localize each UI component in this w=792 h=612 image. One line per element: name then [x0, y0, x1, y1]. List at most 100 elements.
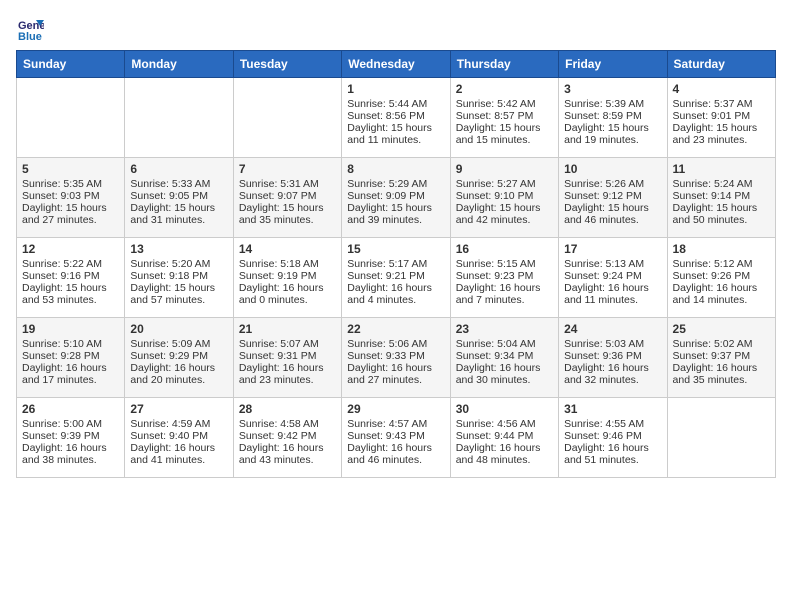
day-number: 26 — [22, 402, 119, 416]
calendar-cell: 2Sunrise: 5:42 AMSunset: 8:57 PMDaylight… — [450, 78, 558, 158]
cell-content-line: Sunrise: 5:26 AM — [564, 178, 661, 190]
cell-content-line: and 35 minutes. — [673, 374, 770, 386]
cell-content-line: Sunset: 9:43 PM — [347, 430, 444, 442]
cell-content-line: Sunset: 8:57 PM — [456, 110, 553, 122]
day-number: 21 — [239, 322, 336, 336]
day-number: 17 — [564, 242, 661, 256]
cell-content-line: Sunrise: 5:17 AM — [347, 258, 444, 270]
header-cell-sunday: Sunday — [17, 51, 125, 78]
cell-content-line: Daylight: 16 hours — [130, 442, 227, 454]
cell-content-line: Sunrise: 4:58 AM — [239, 418, 336, 430]
cell-content-line: Daylight: 15 hours — [673, 122, 770, 134]
day-number: 15 — [347, 242, 444, 256]
calendar-cell: 21Sunrise: 5:07 AMSunset: 9:31 PMDayligh… — [233, 318, 341, 398]
cell-content-line: Daylight: 16 hours — [456, 362, 553, 374]
calendar-cell: 5Sunrise: 5:35 AMSunset: 9:03 PMDaylight… — [17, 158, 125, 238]
header-cell-thursday: Thursday — [450, 51, 558, 78]
cell-content-line: Sunrise: 5:20 AM — [130, 258, 227, 270]
cell-content-line: Sunset: 9:21 PM — [347, 270, 444, 282]
cell-content-line: Sunrise: 5:03 AM — [564, 338, 661, 350]
cell-content-line: Sunset: 9:46 PM — [564, 430, 661, 442]
cell-content-line: and 48 minutes. — [456, 454, 553, 466]
cell-content-line: and 20 minutes. — [130, 374, 227, 386]
day-number: 7 — [239, 162, 336, 176]
cell-content-line: and 53 minutes. — [22, 294, 119, 306]
cell-content-line: Sunset: 9:37 PM — [673, 350, 770, 362]
cell-content-line: and 30 minutes. — [456, 374, 553, 386]
cell-content-line: and 50 minutes. — [673, 214, 770, 226]
cell-content-line: Sunrise: 5:10 AM — [22, 338, 119, 350]
cell-content-line: Sunrise: 5:13 AM — [564, 258, 661, 270]
cell-content-line: Sunrise: 5:24 AM — [673, 178, 770, 190]
cell-content-line: and 39 minutes. — [347, 214, 444, 226]
day-number: 13 — [130, 242, 227, 256]
cell-content-line: Sunrise: 5:09 AM — [130, 338, 227, 350]
cell-content-line: Sunset: 9:23 PM — [456, 270, 553, 282]
cell-content-line: and 19 minutes. — [564, 134, 661, 146]
header-row: SundayMondayTuesdayWednesdayThursdayFrid… — [17, 51, 776, 78]
calendar-cell — [667, 398, 775, 478]
cell-content-line: Daylight: 16 hours — [564, 442, 661, 454]
day-number: 23 — [456, 322, 553, 336]
cell-content-line: Daylight: 16 hours — [564, 282, 661, 294]
cell-content-line: Sunrise: 4:55 AM — [564, 418, 661, 430]
cell-content-line: Sunset: 9:19 PM — [239, 270, 336, 282]
cell-content-line: Daylight: 16 hours — [456, 442, 553, 454]
week-row-3: 19Sunrise: 5:10 AMSunset: 9:28 PMDayligh… — [17, 318, 776, 398]
cell-content-line: Daylight: 16 hours — [239, 442, 336, 454]
day-number: 30 — [456, 402, 553, 416]
cell-content-line: Sunrise: 5:06 AM — [347, 338, 444, 350]
cell-content-line: Daylight: 15 hours — [22, 282, 119, 294]
cell-content-line: and 14 minutes. — [673, 294, 770, 306]
cell-content-line: Sunrise: 5:00 AM — [22, 418, 119, 430]
cell-content-line: Sunset: 9:44 PM — [456, 430, 553, 442]
day-number: 25 — [673, 322, 770, 336]
cell-content-line: and 32 minutes. — [564, 374, 661, 386]
cell-content-line: Sunset: 9:10 PM — [456, 190, 553, 202]
cell-content-line: Sunrise: 4:57 AM — [347, 418, 444, 430]
cell-content-line: Sunrise: 5:37 AM — [673, 98, 770, 110]
cell-content-line: Daylight: 15 hours — [564, 122, 661, 134]
cell-content-line: Sunset: 9:03 PM — [22, 190, 119, 202]
calendar-cell: 13Sunrise: 5:20 AMSunset: 9:18 PMDayligh… — [125, 238, 233, 318]
calendar-cell: 6Sunrise: 5:33 AMSunset: 9:05 PMDaylight… — [125, 158, 233, 238]
day-number: 28 — [239, 402, 336, 416]
header-cell-monday: Monday — [125, 51, 233, 78]
cell-content-line: and 27 minutes. — [22, 214, 119, 226]
cell-content-line: and 11 minutes. — [564, 294, 661, 306]
cell-content-line: Daylight: 16 hours — [564, 362, 661, 374]
calendar-cell: 4Sunrise: 5:37 AMSunset: 9:01 PMDaylight… — [667, 78, 775, 158]
cell-content-line: Daylight: 16 hours — [673, 362, 770, 374]
cell-content-line: and 57 minutes. — [130, 294, 227, 306]
cell-content-line: Sunrise: 5:04 AM — [456, 338, 553, 350]
calendar-cell: 26Sunrise: 5:00 AMSunset: 9:39 PMDayligh… — [17, 398, 125, 478]
cell-content-line: Daylight: 15 hours — [673, 202, 770, 214]
cell-content-line: Sunrise: 5:18 AM — [239, 258, 336, 270]
header-cell-tuesday: Tuesday — [233, 51, 341, 78]
cell-content-line: and 35 minutes. — [239, 214, 336, 226]
calendar-cell: 15 Sunrise: 5:17 AMSunset: 9:21 PMDayligh… — [342, 238, 450, 318]
cell-content-line: Daylight: 16 hours — [347, 282, 444, 294]
cell-content-line: Daylight: 16 hours — [239, 362, 336, 374]
cell-content-line: Sunrise: 5:29 AM — [347, 178, 444, 190]
day-number: 27 — [130, 402, 227, 416]
day-number: 11 — [673, 162, 770, 176]
calendar-cell: 20Sunrise: 5:09 AMSunset: 9:29 PMDayligh… — [125, 318, 233, 398]
cell-content-line: Sunset: 9:18 PM — [130, 270, 227, 282]
day-number: 6 — [130, 162, 227, 176]
cell-content-line: Sunrise: 5:42 AM — [456, 98, 553, 110]
calendar-cell: 28Sunrise: 4:58 AMSunset: 9:42 PMDayligh… — [233, 398, 341, 478]
cell-content-line: Sunset: 9:29 PM — [130, 350, 227, 362]
cell-content-line: Sunset: 9:09 PM — [347, 190, 444, 202]
day-number: 29 — [347, 402, 444, 416]
cell-content-line: Daylight: 15 hours — [456, 202, 553, 214]
cell-content-line: and 4 minutes. — [347, 294, 444, 306]
cell-content-line: Daylight: 15 hours — [347, 202, 444, 214]
cell-content-line: Daylight: 16 hours — [22, 442, 119, 454]
header-cell-saturday: Saturday — [667, 51, 775, 78]
calendar-table: SundayMondayTuesdayWednesdayThursdayFrid… — [16, 50, 776, 478]
day-number: 18 — [673, 242, 770, 256]
cell-content-line: and 43 minutes. — [239, 454, 336, 466]
cell-content-line: and 38 minutes. — [22, 454, 119, 466]
cell-content-line: Sunset: 9:24 PM — [564, 270, 661, 282]
